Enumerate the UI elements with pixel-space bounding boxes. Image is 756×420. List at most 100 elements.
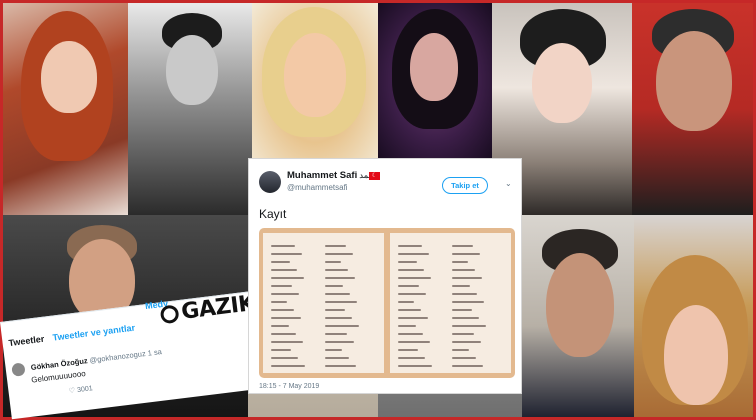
- handwriting-stroke: [398, 357, 425, 359]
- like-count-value: 3001: [76, 385, 94, 395]
- handwriting-stroke: [325, 269, 348, 271]
- handwriting-stroke: [452, 253, 480, 255]
- handwriting-stroke: [325, 245, 346, 247]
- handwriting-stroke: [452, 365, 483, 367]
- chevron-down-icon[interactable]: ⌄: [505, 179, 512, 188]
- handwriting-stroke: [271, 293, 299, 295]
- handwriting-stroke: [452, 301, 484, 303]
- handwriting-stroke: [325, 349, 342, 351]
- handwriting-stroke: [452, 261, 468, 263]
- handwriting-stroke: [271, 349, 291, 351]
- handwriting-stroke: [325, 301, 357, 303]
- handwriting-stroke: [398, 365, 432, 367]
- handwriting-stroke: [271, 341, 303, 343]
- handwriting-stroke: [325, 317, 352, 319]
- handwriting-stroke: [325, 341, 354, 343]
- handwriting-stroke: [271, 261, 290, 263]
- follow-button[interactable]: Takip et: [442, 177, 488, 194]
- handwriting-stroke: [452, 325, 486, 327]
- handwriting-stroke: [271, 325, 289, 327]
- handwriting-stroke: [452, 357, 476, 359]
- tweet-image-notebook[interactable]: [259, 228, 515, 378]
- handwriting-stroke: [271, 365, 305, 367]
- handwriting-stroke: [398, 333, 423, 335]
- turkey-flag-icon: ☾: [369, 172, 380, 180]
- handwriting-stroke: [325, 333, 347, 335]
- handwriting-stroke: [452, 285, 470, 287]
- handwriting-stroke: [398, 245, 422, 247]
- handwriting-stroke: [452, 333, 474, 335]
- handwriting-stroke: [325, 309, 345, 311]
- handwriting-stroke: [398, 349, 418, 351]
- handwriting-stroke: [325, 357, 349, 359]
- handwriting-stroke: [398, 269, 424, 271]
- handwriting-stroke: [398, 309, 421, 311]
- portrait-photo-4: [378, 3, 492, 158]
- handwriting-stroke: [325, 285, 343, 287]
- portrait-face: [41, 41, 97, 113]
- handwriting-stroke: [325, 261, 341, 263]
- handwriting-stroke: [452, 245, 473, 247]
- handwriting-stroke: [398, 253, 429, 255]
- handwriting-stroke: [398, 285, 419, 287]
- handwriting-stroke: [398, 317, 428, 319]
- handwriting-stroke: [271, 269, 297, 271]
- handwriting-stroke: [271, 309, 294, 311]
- handwriting-stroke: [325, 365, 356, 367]
- portrait-face: [166, 35, 218, 105]
- tweet-header: Gökhan Özoğuz @gokhanozoguz 1 sa: [11, 346, 162, 377]
- tab-tweets-and-replies[interactable]: Tweetler ve yanıtlar: [52, 323, 135, 343]
- handwriting-stroke: [452, 269, 475, 271]
- handwriting-stroke: [452, 317, 479, 319]
- handwriting-stroke: [398, 325, 416, 327]
- author-name[interactable]: Muhammet Safiمحمد: [287, 170, 379, 181]
- tweet-time[interactable]: 1 sa: [147, 347, 162, 358]
- logo-mark-icon: [159, 304, 180, 325]
- handwriting-stroke: [271, 285, 292, 287]
- tab-tweets[interactable]: Tweetler: [8, 334, 45, 348]
- portrait-face: [664, 305, 728, 405]
- handwriting-stroke: [325, 253, 353, 255]
- tweet-card: Muhammet Safiمحمد ☾ @muhammetsafi Takip …: [248, 158, 522, 394]
- notebook-page-left: [263, 233, 384, 373]
- profile-tabs: Tweetler Tweetler ve yanıtlar Medy: [8, 298, 169, 348]
- handwriting-stroke: [452, 277, 482, 279]
- handwriting-stroke: [271, 301, 287, 303]
- handwriting-stroke: [452, 293, 477, 295]
- tweet-text: Kayıt: [259, 207, 287, 221]
- handwriting-stroke: [325, 293, 350, 295]
- notebook-page-right: [390, 233, 511, 373]
- author-name-text: Muhammet Safi: [287, 170, 358, 181]
- portrait-face: [546, 253, 614, 357]
- handwriting-stroke: [271, 357, 298, 359]
- handwriting-stroke: [271, 253, 302, 255]
- author-handle[interactable]: @muhammetsafi: [287, 183, 348, 192]
- handwriting-stroke: [452, 309, 472, 311]
- portrait-face: [284, 33, 346, 117]
- author-handle[interactable]: @gokhanozoguz: [89, 349, 146, 365]
- portrait-face: [532, 43, 592, 123]
- handwriting-stroke: [398, 277, 431, 279]
- handwriting-stroke: [325, 277, 355, 279]
- handwriting-stroke: [452, 349, 469, 351]
- handwriting-stroke: [398, 293, 426, 295]
- portrait-photo-6: [632, 3, 753, 215]
- handwriting-stroke: [398, 341, 430, 343]
- handwriting-stroke: [271, 277, 304, 279]
- portrait-face: [656, 31, 732, 131]
- portrait-photo-1: [3, 3, 128, 215]
- handwriting-stroke: [271, 317, 301, 319]
- like-count[interactable]: ♡ 3001: [68, 384, 93, 395]
- avatar[interactable]: [11, 362, 26, 377]
- portrait-face: [410, 33, 458, 101]
- handwriting-stroke: [325, 325, 359, 327]
- tweet-timestamp[interactable]: 18:15 - 7 May 2019: [259, 383, 319, 390]
- portrait-photo-2: [128, 3, 252, 215]
- avatar[interactable]: [259, 171, 281, 193]
- handwriting-stroke: [271, 245, 295, 247]
- portrait-photo-11: [634, 215, 753, 417]
- handwriting-stroke: [398, 301, 414, 303]
- portrait-photo-3: [252, 3, 378, 158]
- portrait-photo-10: [522, 215, 634, 417]
- handwriting-stroke: [398, 261, 417, 263]
